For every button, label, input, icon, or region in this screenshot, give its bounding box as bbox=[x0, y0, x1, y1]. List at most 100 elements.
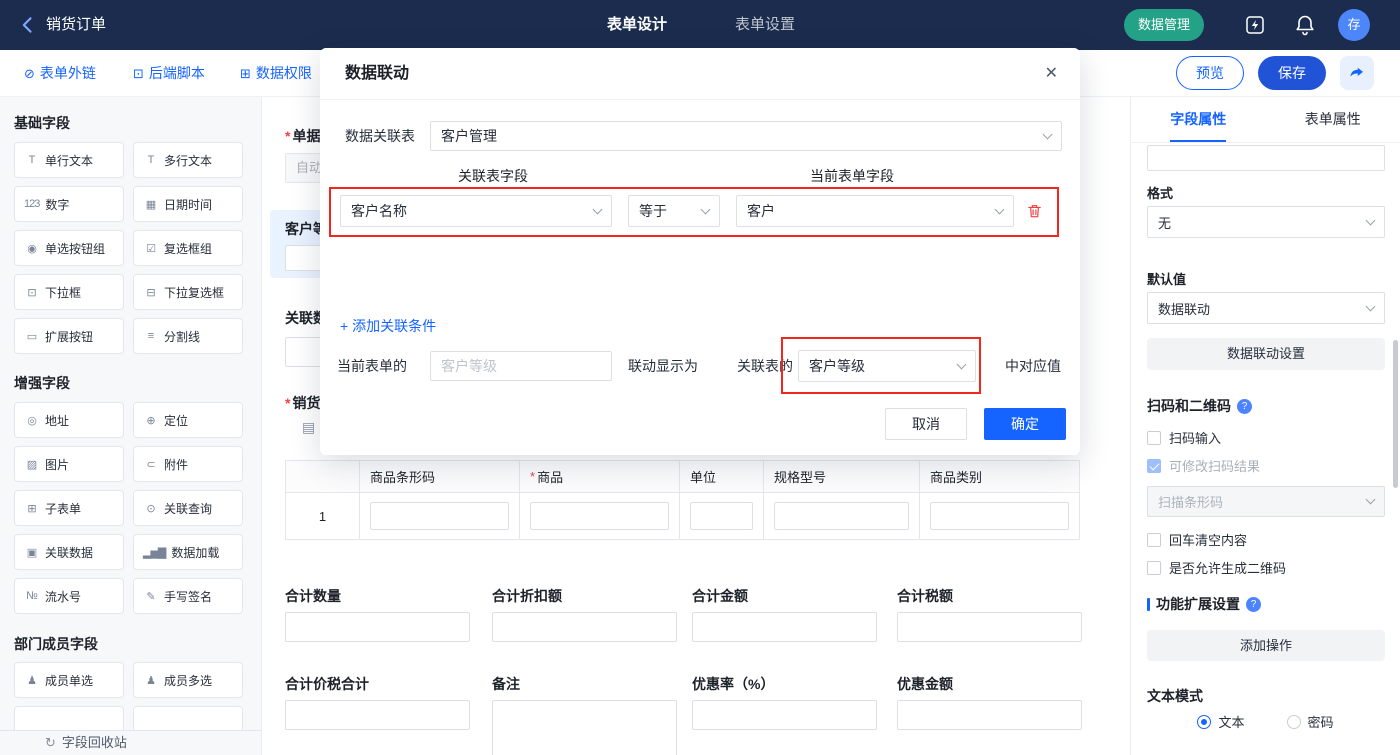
total-discount-input[interactable] bbox=[492, 612, 677, 642]
palette-item-location[interactable]: ⊕定位 bbox=[133, 402, 243, 438]
remark-input[interactable] bbox=[492, 700, 677, 755]
tab-field-properties[interactable]: 字段属性 bbox=[1131, 97, 1266, 142]
product-input[interactable] bbox=[530, 502, 669, 530]
total-tax-input[interactable] bbox=[897, 612, 1082, 642]
checkbox-unchecked[interactable] bbox=[1147, 561, 1161, 575]
palette-item-multi-line-text[interactable]: T多行文本 bbox=[133, 142, 243, 178]
current-field-input[interactable] bbox=[430, 351, 612, 381]
palette-item-datetime[interactable]: ▦日期时间 bbox=[133, 186, 243, 222]
related-field-select[interactable]: 客户等级 bbox=[798, 350, 976, 382]
detail-table-header-row: 商品条形码 *商品 单位 规格型号 商品类别 bbox=[286, 461, 1079, 493]
palette-item-related-data[interactable]: ▣关联数据 bbox=[14, 534, 124, 570]
add-action-button[interactable]: 添加操作 bbox=[1147, 630, 1385, 661]
palette-item-member-multi[interactable]: ♟成员多选 bbox=[133, 662, 243, 698]
palette-item-label: 成员多选 bbox=[164, 672, 212, 689]
data-permission-link[interactable]: ⊞数据权限 bbox=[240, 50, 312, 97]
scan-modify-checkbox-row[interactable]: 可修改扫码结果 bbox=[1147, 456, 1260, 475]
close-icon[interactable]: ✕ bbox=[1045, 48, 1058, 100]
palette-item-multi-dropdown[interactable]: ⊟下拉复选框 bbox=[133, 274, 243, 310]
enter-clear-checkbox-row[interactable]: 回车清空内容 bbox=[1147, 530, 1247, 549]
palette-item-dropdown[interactable]: ⊡下拉框 bbox=[14, 274, 124, 310]
required-mark: * bbox=[285, 395, 290, 411]
recycle-icon: ↻ bbox=[45, 735, 56, 750]
related-table-label: 关联表的 bbox=[737, 350, 793, 382]
palette-item-single-line-text[interactable]: T单行文本 bbox=[14, 142, 124, 178]
total-qty-input[interactable] bbox=[285, 612, 470, 642]
condition-operator-value: 等于 bbox=[639, 201, 667, 221]
palette-item-checkbox-group[interactable]: ☑复选框组 bbox=[133, 230, 243, 266]
avatar[interactable]: 存 bbox=[1338, 9, 1370, 41]
palette-item-data-load[interactable]: ▂▅▇数据加载 bbox=[133, 534, 243, 570]
total-with-tax-input[interactable] bbox=[285, 700, 470, 730]
palette-item-related-query[interactable]: ⊙关联查询 bbox=[133, 490, 243, 526]
palette-item-signature[interactable]: ✎手写签名 bbox=[133, 578, 243, 614]
palette-item-address[interactable]: ◎地址 bbox=[14, 402, 124, 438]
related-field-value: 客户等级 bbox=[809, 356, 865, 376]
condition-operator-select[interactable]: 等于 bbox=[628, 195, 720, 227]
help-icon[interactable]: ? bbox=[1237, 399, 1252, 414]
palette-item-divider[interactable]: ≡分割线 bbox=[133, 318, 243, 354]
palette-item-attachment[interactable]: ⊂附件 bbox=[133, 446, 243, 482]
palette-item-number[interactable]: 123数字 bbox=[14, 186, 124, 222]
form-link-label: 表单外链 bbox=[40, 65, 96, 81]
subform-tool-icon[interactable]: ▤ bbox=[302, 419, 315, 436]
radio-unselected[interactable] bbox=[1287, 715, 1301, 729]
backend-script-link[interactable]: ⊡后端脚本 bbox=[133, 50, 205, 97]
checkbox-checked-disabled[interactable] bbox=[1147, 459, 1161, 473]
tab-form-settings[interactable]: 表单设置 bbox=[735, 0, 795, 50]
add-condition-link[interactable]: + 添加关联条件 bbox=[340, 316, 436, 336]
header-cell-category: 商品类别 bbox=[920, 461, 1079, 493]
radio-text-option[interactable]: 文本 bbox=[1197, 712, 1244, 731]
back-icon[interactable] bbox=[18, 15, 38, 35]
clipped-description-input[interactable] bbox=[1147, 145, 1385, 171]
scan-barcode-select[interactable]: 扫描条形码 bbox=[1147, 486, 1385, 517]
palette-item-extend-button[interactable]: ▭扩展按钮 bbox=[14, 318, 124, 354]
condition-field-select[interactable]: 客户名称 bbox=[340, 195, 612, 227]
data-linkage-settings-button[interactable]: 数据联动设置 bbox=[1147, 338, 1385, 370]
barcode-input[interactable] bbox=[370, 502, 509, 530]
palette-item-serial-number[interactable]: №流水号 bbox=[14, 578, 124, 614]
radio-selected[interactable] bbox=[1197, 715, 1211, 729]
quick-actions-icon[interactable] bbox=[1243, 13, 1267, 37]
checkbox-unchecked[interactable] bbox=[1147, 533, 1161, 547]
tab-form-design[interactable]: 表单设计 bbox=[607, 0, 667, 50]
chevron-down-icon bbox=[1366, 215, 1376, 225]
scan-input-checkbox-row[interactable]: 扫码输入 bbox=[1147, 428, 1221, 447]
total-amount-input[interactable] bbox=[692, 612, 877, 642]
palette-item-subform[interactable]: ⊞子表单 bbox=[14, 490, 124, 526]
linkage-table-select[interactable]: 客户管理 bbox=[430, 121, 1062, 151]
radio-password-option[interactable]: 密码 bbox=[1287, 712, 1334, 731]
preview-button[interactable]: 预览 bbox=[1176, 56, 1244, 90]
multi-line-text-icon: T bbox=[143, 154, 158, 166]
confirm-button[interactable]: 确定 bbox=[984, 408, 1066, 440]
tab-form-properties[interactable]: 表单属性 bbox=[1266, 97, 1400, 142]
category-input[interactable] bbox=[930, 502, 1069, 530]
checkbox-unchecked[interactable] bbox=[1147, 431, 1161, 445]
save-button[interactable]: 保存 bbox=[1258, 56, 1326, 90]
qrcode-checkbox-row[interactable]: 是否允许生成二维码 bbox=[1147, 558, 1286, 577]
checkbox-label: 回车清空内容 bbox=[1169, 530, 1247, 549]
share-button[interactable] bbox=[1340, 56, 1374, 90]
discount-amount-input[interactable] bbox=[897, 700, 1082, 730]
unit-input[interactable] bbox=[690, 502, 753, 530]
discount-rate-input[interactable] bbox=[692, 700, 877, 730]
header-cell-spec: 规格型号 bbox=[764, 461, 920, 493]
notification-bell-icon[interactable] bbox=[1293, 13, 1317, 37]
delete-condition-icon[interactable] bbox=[1026, 202, 1043, 220]
palette-item-label: 数据加载 bbox=[171, 544, 219, 561]
palette-item-radio-group[interactable]: ◉单选按钮组 bbox=[14, 230, 124, 266]
palette-item-member-single[interactable]: ♟成员单选 bbox=[14, 662, 124, 698]
format-select[interactable]: 无 bbox=[1147, 206, 1385, 238]
header-product-text: 商品 bbox=[537, 467, 563, 486]
cancel-button[interactable]: 取消 bbox=[885, 408, 967, 440]
palette-item-image[interactable]: ▨图片 bbox=[14, 446, 124, 482]
field-recycle-bin[interactable]: ↻字段回收站 bbox=[0, 730, 262, 755]
image-icon: ▨ bbox=[24, 458, 39, 471]
default-value-select[interactable]: 数据联动 bbox=[1147, 292, 1385, 324]
form-external-link[interactable]: ⊘表单外链 bbox=[24, 50, 96, 97]
help-icon[interactable]: ? bbox=[1246, 597, 1261, 612]
spec-input[interactable] bbox=[774, 502, 909, 530]
scrollbar[interactable] bbox=[1393, 340, 1398, 488]
data-manage-button[interactable]: 数据管理 bbox=[1124, 9, 1204, 41]
condition-target-select[interactable]: 客户 bbox=[736, 195, 1014, 227]
